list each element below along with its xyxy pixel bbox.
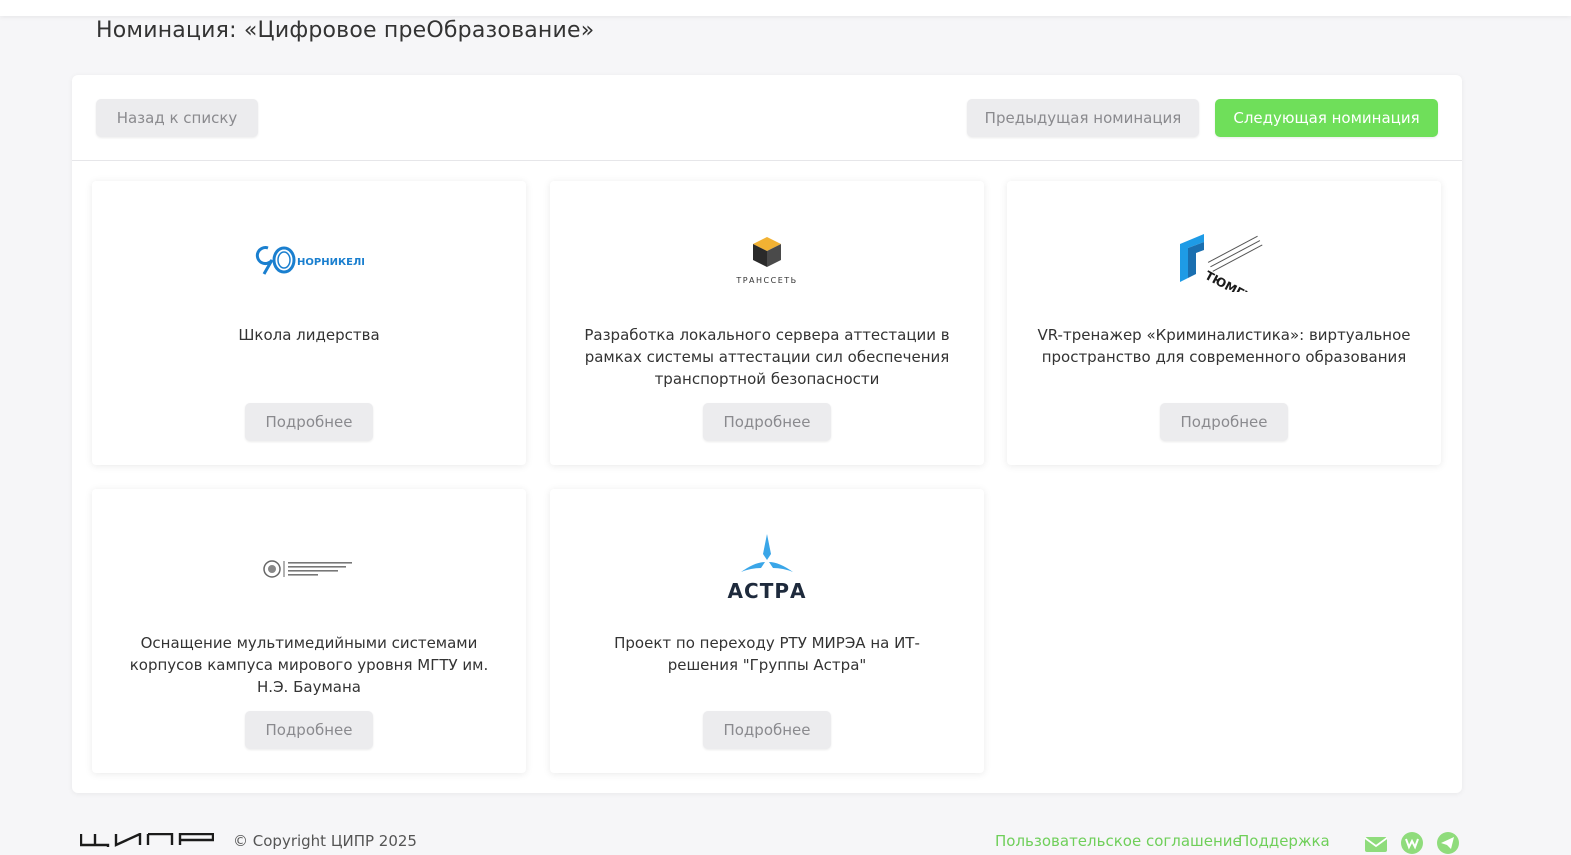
vk-icon[interactable] bbox=[1400, 831, 1424, 855]
bauman-logo-icon bbox=[92, 519, 526, 619]
nornickel-90-logo-icon: НОРНИКЕЛЬ bbox=[92, 211, 526, 311]
nomination-panel: Назад к списку Предыдущая номинация След… bbox=[72, 75, 1462, 793]
project-title: VR-тренажер «Криминалистика»: виртуально… bbox=[1037, 326, 1411, 366]
project-card: ТЮМГУ VR-тренажер «Криминалистика»: вирт… bbox=[1007, 181, 1441, 465]
nornickel-logo-text: НОРНИКЕЛЬ bbox=[297, 257, 364, 268]
back-to-list-button[interactable]: Назад к списку bbox=[96, 99, 258, 137]
next-nomination-button[interactable]: Следующая номинация bbox=[1215, 99, 1438, 137]
user-agreement-link[interactable]: Пользовательское соглашение bbox=[995, 832, 1242, 850]
project-title: Проект по переходу РТУ МИРЭА на ИТ-решен… bbox=[614, 634, 920, 674]
project-title: Школа лидерства bbox=[238, 326, 380, 344]
details-button[interactable]: Подробнее bbox=[245, 711, 373, 749]
tyumgu-logo-text: ТЮМГУ bbox=[1203, 268, 1255, 292]
project-card: НОРНИКЕЛЬ Школа лидерства Подробнее bbox=[92, 181, 526, 465]
details-button[interactable]: Подробнее bbox=[245, 403, 373, 441]
panel-toolbar: Назад к списку Предыдущая номинация След… bbox=[72, 75, 1462, 161]
details-button[interactable]: Подробнее bbox=[1160, 403, 1288, 441]
mail-icon[interactable] bbox=[1364, 831, 1388, 855]
transset-logo-icon: ТРАНССЕТЬ bbox=[550, 211, 984, 311]
details-button[interactable]: Подробнее bbox=[703, 403, 831, 441]
cipr-logo-icon bbox=[80, 833, 214, 847]
project-card: АСТРА Проект по переходу РТУ МИРЭА на ИТ… bbox=[550, 489, 984, 773]
astra-logo-icon: АСТРА bbox=[550, 519, 984, 619]
project-title: Оснащение мультимедийными системами корп… bbox=[129, 634, 489, 696]
footer: © Copyright ЦИПР 2025 Пользовательское с… bbox=[0, 825, 1571, 855]
astra-logo-text: АСТРА bbox=[728, 579, 807, 603]
copyright-text: © Copyright ЦИПР 2025 bbox=[233, 832, 417, 850]
support-link[interactable]: Поддержка bbox=[1238, 832, 1330, 850]
top-bar bbox=[0, 0, 1571, 16]
transset-logo-text: ТРАНССЕТЬ bbox=[735, 276, 797, 285]
project-card: ТРАНССЕТЬ Разработка локального сервера … bbox=[550, 181, 984, 465]
tyumgu-logo-icon: ТЮМГУ bbox=[1007, 211, 1441, 311]
page-title: Номинация: «Цифровое преОбразование» bbox=[96, 18, 595, 43]
details-button[interactable]: Подробнее bbox=[703, 711, 831, 749]
telegram-icon[interactable] bbox=[1436, 831, 1460, 855]
project-card: Оснащение мультимедийными системами корп… bbox=[92, 489, 526, 773]
previous-nomination-button[interactable]: Предыдущая номинация bbox=[967, 99, 1199, 137]
project-title: Разработка локального сервера аттестации… bbox=[584, 326, 950, 388]
